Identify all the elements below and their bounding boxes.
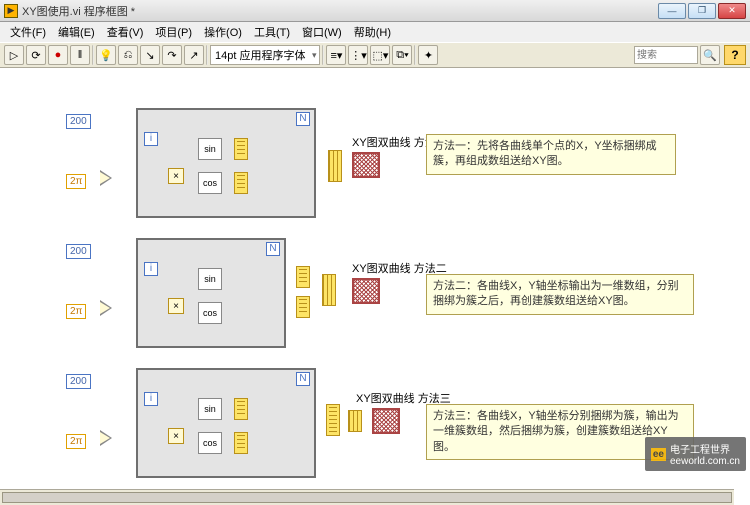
menu-edit[interactable]: 编辑(E) — [52, 22, 101, 42]
build-cluster-array-node[interactable] — [322, 274, 336, 306]
xy-graph-terminal-3[interactable] — [372, 408, 400, 434]
align-button[interactable]: ≡▾ — [326, 45, 346, 65]
menu-help[interactable]: 帮助(H) — [348, 22, 397, 42]
distribute-button[interactable]: ⋮▾ — [348, 45, 368, 65]
sin-node[interactable]: sin — [198, 398, 222, 420]
title-bar: ▶ XY图使用.vi 程序框图 * — ❐ ✕ — [0, 0, 750, 22]
window-title: XY图使用.vi 程序框图 * — [22, 3, 135, 19]
const-2pi[interactable]: 2π — [66, 304, 86, 319]
menu-view[interactable]: 查看(V) — [101, 22, 150, 42]
run-button[interactable]: ▷ — [4, 45, 24, 65]
loop-n[interactable]: N — [296, 112, 310, 126]
close-button[interactable]: ✕ — [718, 3, 746, 19]
search-input[interactable] — [634, 46, 698, 64]
bundle-cluster-node[interactable] — [326, 404, 340, 436]
method-2: 200 2π N i × sin cos XY图双曲线 方法二 方法二：各曲线X… — [56, 238, 696, 358]
cleanup-button[interactable]: ✦ — [418, 45, 438, 65]
loop-i[interactable]: i — [144, 392, 158, 406]
multiply-node[interactable]: × — [168, 298, 184, 314]
for-loop-2[interactable]: N i × sin cos — [136, 238, 286, 348]
const-200[interactable]: 200 — [66, 374, 91, 389]
bundle-node[interactable] — [234, 432, 248, 454]
watermark-url: eeworld.com.cn — [670, 456, 740, 467]
font-selector[interactable]: 14pt 应用程序字体 — [210, 45, 320, 65]
resize-button[interactable]: ⬚▾ — [370, 45, 390, 65]
cos-node[interactable]: cos — [198, 432, 222, 454]
menu-file[interactable]: 文件(F) — [4, 22, 52, 42]
menu-window[interactable]: 窗口(W) — [296, 22, 348, 42]
cos-node[interactable]: cos — [198, 302, 222, 324]
divide-node[interactable] — [100, 302, 110, 314]
build-cluster-array-node[interactable] — [348, 410, 362, 432]
method-1: 200 2π N i × sin cos XY图双曲线 方法一 方法一：先将各曲… — [56, 108, 696, 228]
const-200[interactable]: 200 — [66, 114, 91, 129]
maximize-button[interactable]: ❐ — [688, 3, 716, 19]
multiply-node[interactable]: × — [168, 428, 184, 444]
block-diagram[interactable]: 200 2π N i × sin cos XY图双曲线 方法一 方法一：先将各曲… — [0, 68, 750, 489]
step-over-button[interactable]: ↷ — [162, 45, 182, 65]
loop-i[interactable]: i — [144, 262, 158, 276]
const-200[interactable]: 200 — [66, 244, 91, 259]
stop-button[interactable]: ● — [48, 45, 68, 65]
highlight-button[interactable]: 💡 — [96, 45, 116, 65]
step-out-button[interactable]: ↗ — [184, 45, 204, 65]
horizontal-scrollbar[interactable] — [0, 489, 734, 505]
watermark-brand: 电子工程世界 — [670, 445, 730, 456]
menu-operate[interactable]: 操作(O) — [198, 22, 248, 42]
retain-wire-button[interactable]: ⎌ — [118, 45, 138, 65]
comment-2[interactable]: 方法二：各曲线X，Y轴坐标输出为一维数组，分别捆绑为簇之后，再创建簇数组送给XY… — [426, 274, 694, 315]
const-2pi[interactable]: 2π — [66, 174, 86, 189]
minimize-button[interactable]: — — [658, 3, 686, 19]
loop-n[interactable]: N — [296, 372, 310, 386]
bundle-node[interactable] — [296, 266, 310, 288]
const-2pi[interactable]: 2π — [66, 434, 86, 449]
sin-node[interactable]: sin — [198, 268, 222, 290]
bundle-node[interactable] — [296, 296, 310, 318]
bundle-node[interactable] — [234, 138, 248, 160]
menu-bar: 文件(F) 编辑(E) 查看(V) 项目(P) 操作(O) 工具(T) 窗口(W… — [0, 22, 750, 42]
for-loop-1[interactable]: N i × sin cos — [136, 108, 316, 218]
run-continuous-button[interactable]: ⟳ — [26, 45, 46, 65]
help-button[interactable]: ? — [724, 45, 746, 65]
watermark-logo: ee — [651, 448, 666, 461]
app-icon: ▶ — [4, 4, 18, 18]
divide-node[interactable] — [100, 172, 110, 184]
step-into-button[interactable]: ↘ — [140, 45, 160, 65]
xy-graph-terminal-1[interactable] — [352, 152, 380, 178]
for-loop-3[interactable]: N i × sin cos — [136, 368, 316, 478]
bundle-node[interactable] — [234, 398, 248, 420]
comment-1[interactable]: 方法一：先将各曲线单个点的X，Y坐标捆绑成簇，再组成数组送给XY图。 — [426, 134, 676, 175]
reorder-button[interactable]: ⧉▾ — [392, 45, 412, 65]
menu-project[interactable]: 项目(P) — [149, 22, 198, 42]
xy-graph-terminal-2[interactable] — [352, 278, 380, 304]
toolbar: ▷ ⟳ ● ‖ 💡 ⎌ ↘ ↷ ↗ 14pt 应用程序字体 ≡▾ ⋮▾ ⬚▾ ⧉… — [0, 42, 750, 68]
scrollbar-thumb[interactable] — [2, 492, 732, 503]
watermark: ee 电子工程世界 eeworld.com.cn — [645, 437, 746, 471]
pause-button[interactable]: ‖ — [70, 45, 90, 65]
divide-node[interactable] — [100, 432, 110, 444]
sin-node[interactable]: sin — [198, 138, 222, 160]
method-3: 200 2π N i × sin cos XY图双曲线 方法三 方法三：各曲线X… — [56, 368, 696, 488]
cos-node[interactable]: cos — [198, 172, 222, 194]
build-array-node[interactable] — [328, 150, 342, 182]
search-button[interactable]: 🔍 — [700, 45, 720, 65]
menu-tools[interactable]: 工具(T) — [248, 22, 296, 42]
loop-n[interactable]: N — [266, 242, 280, 256]
loop-i[interactable]: i — [144, 132, 158, 146]
bundle-node[interactable] — [234, 172, 248, 194]
multiply-node[interactable]: × — [168, 168, 184, 184]
